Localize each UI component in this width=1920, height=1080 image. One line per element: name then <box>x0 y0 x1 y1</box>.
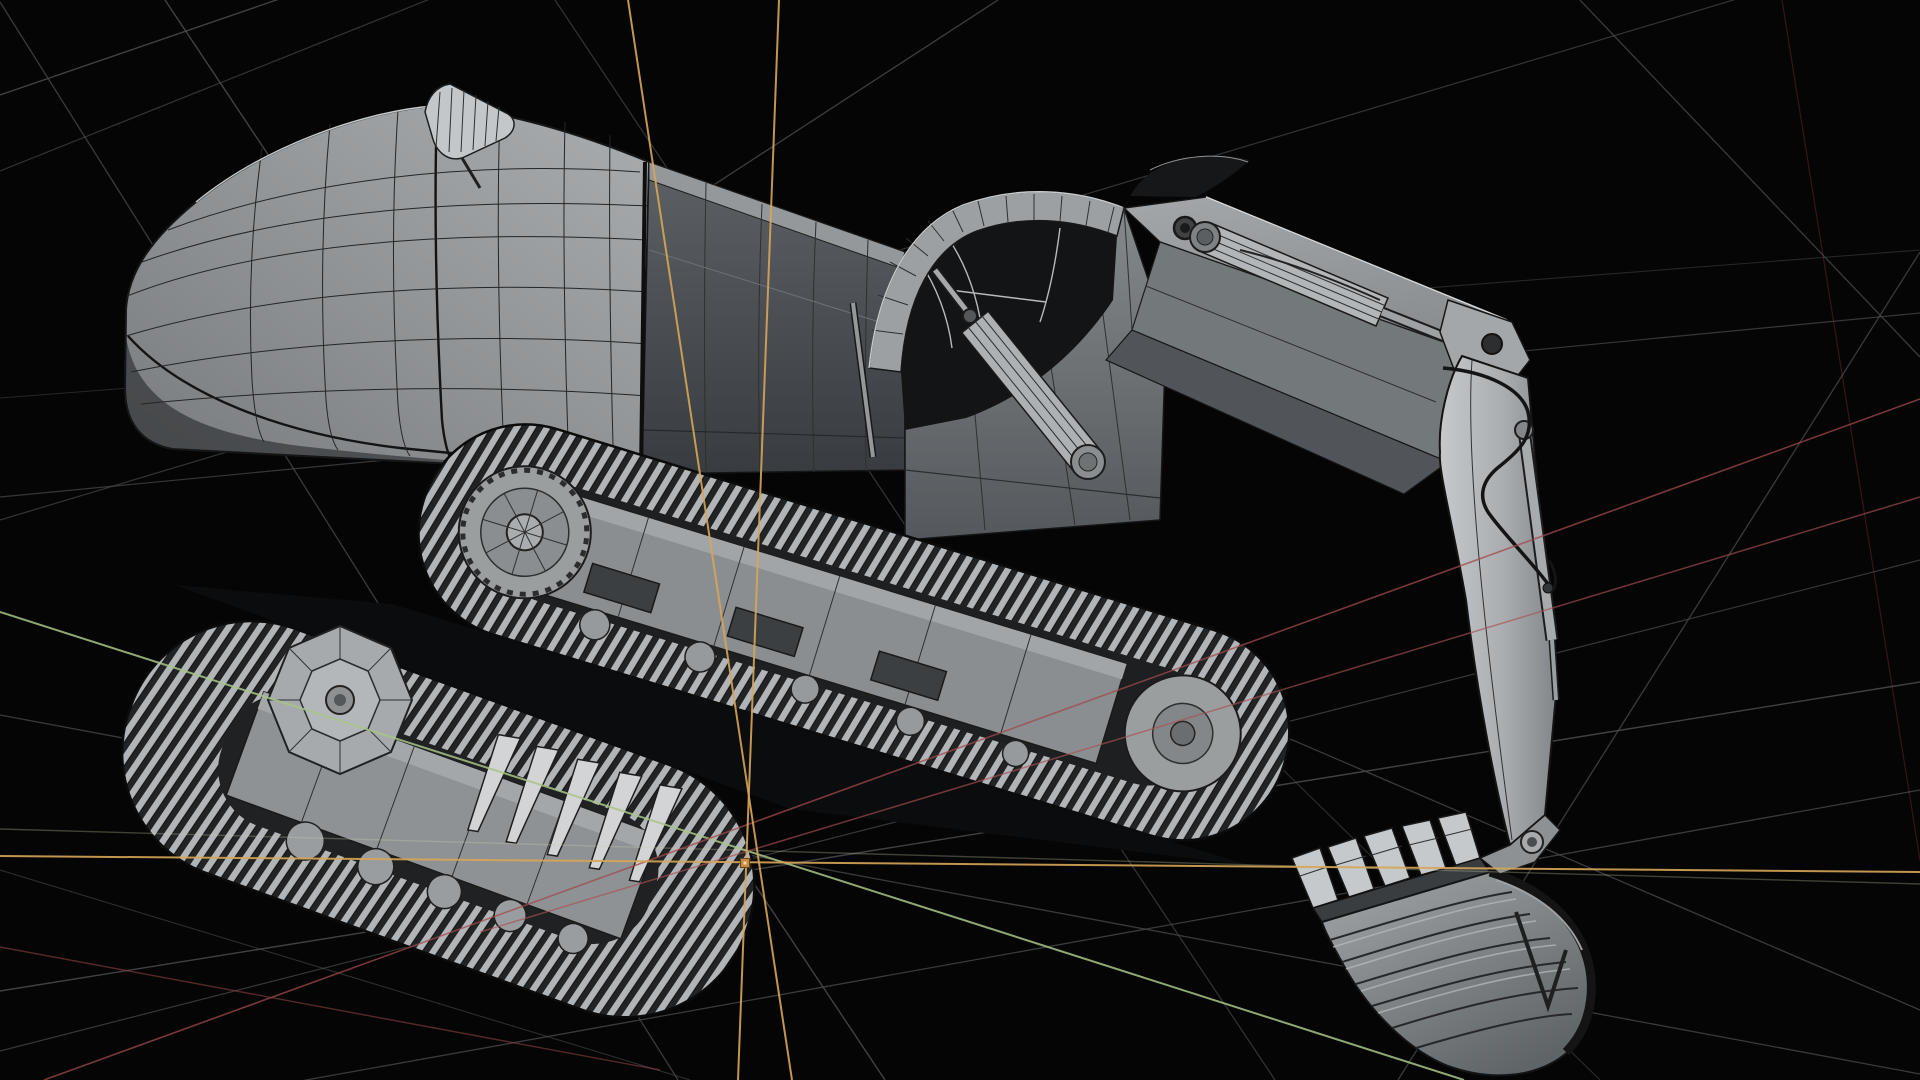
viewport-3d[interactable] <box>0 0 1920 1080</box>
viewport-canvas[interactable] <box>0 0 1920 1080</box>
excavator-idler-wheel[interactable] <box>266 624 414 776</box>
object-origin-marker[interactable] <box>740 858 750 868</box>
